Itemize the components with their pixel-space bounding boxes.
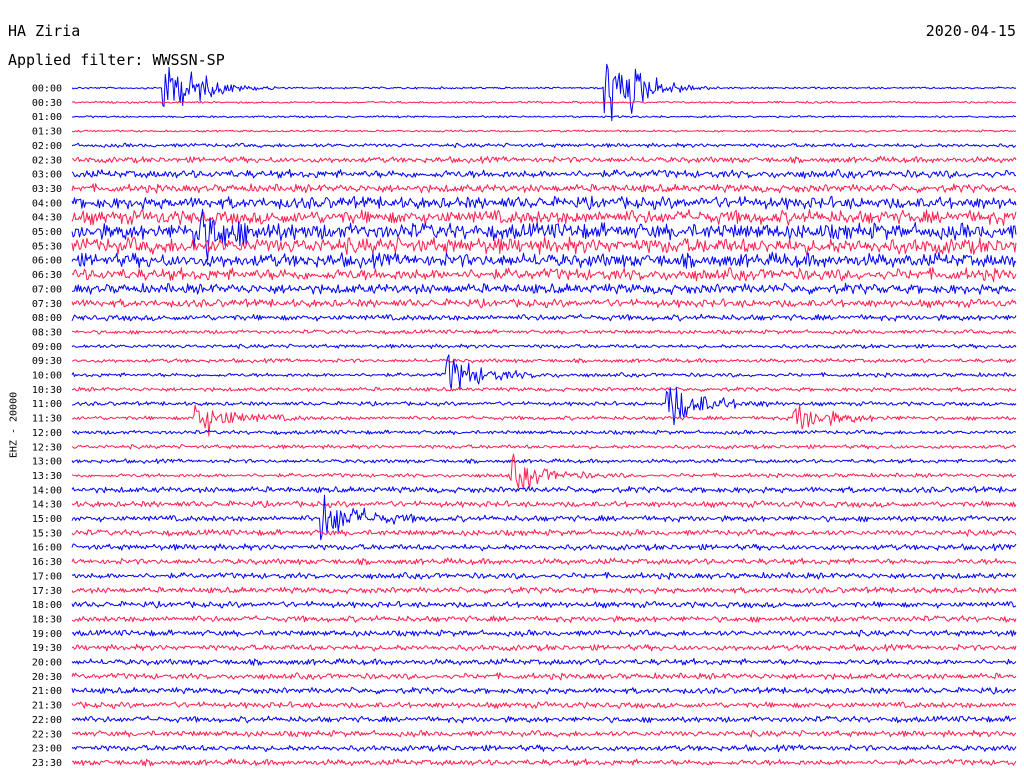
tick-label: 13:30: [32, 471, 62, 482]
tick-label: 02:30: [32, 155, 62, 166]
trace-row: [71, 343, 1017, 350]
channel-label: EHZ - 20000: [8, 391, 20, 459]
tick-label: 12:30: [32, 442, 62, 453]
tick-label: 03:00: [32, 170, 62, 181]
tick-label: 16:00: [32, 543, 62, 554]
trace-layer: [71, 63, 1017, 767]
tick-label: 11:30: [32, 414, 62, 425]
tick-label: 08:00: [32, 313, 62, 324]
tick-label: 00:00: [32, 84, 62, 95]
trace-row: [71, 168, 1017, 179]
trace-row: [71, 458, 1017, 464]
trace-row: [71, 701, 1017, 709]
trace-row: [71, 486, 1017, 494]
tick-label: 06:30: [32, 270, 62, 281]
trace-row: [71, 313, 1017, 322]
tick-label: 07:00: [32, 284, 62, 295]
tick-label: 02:00: [32, 141, 62, 152]
trace-row: [71, 236, 1017, 256]
tick-label: 14:30: [32, 500, 62, 511]
tick-label: 03:30: [32, 184, 62, 195]
tick-label: 12:00: [32, 428, 62, 439]
trace-row: [71, 386, 1017, 393]
trace-row: [71, 615, 1017, 623]
tick-label: 04:30: [32, 213, 62, 224]
tick-label: 18:00: [32, 600, 62, 611]
trace-row: [71, 543, 1017, 552]
trace-row: [71, 658, 1017, 666]
tick-label: 09:30: [32, 356, 62, 367]
trace-row: [71, 629, 1017, 638]
trace-row: [71, 357, 1017, 364]
tick-label: 05:30: [32, 241, 62, 252]
date-label: 2020-04-15: [925, 22, 1016, 40]
trace-row: [71, 643, 1017, 652]
trace-row: [71, 453, 1017, 490]
trace-row: [71, 715, 1017, 724]
tick-label: 19:00: [32, 629, 62, 640]
filter-label: Applied filter: WWSSN-SP: [8, 51, 225, 69]
tick-label: 10:00: [32, 371, 62, 382]
time-tick-labels: 00:00 00:30 01:00 01:30 02:00 02:30 03:00 03:30…: [32, 84, 62, 769]
trace-row: [71, 500, 1017, 509]
tick-label: 19:30: [32, 643, 62, 654]
trace-row: [71, 354, 1017, 390]
tick-label: 23:30: [32, 758, 62, 769]
tick-label: 09:00: [32, 342, 62, 353]
tick-label: 22:30: [32, 729, 62, 740]
trace-row: [71, 267, 1017, 283]
trace-row: [71, 63, 1017, 122]
tick-label: 04:00: [32, 198, 62, 209]
trace-row: [71, 142, 1017, 149]
tick-label: 22:00: [32, 715, 62, 726]
tick-label: 20:30: [32, 672, 62, 683]
tick-label: 20:00: [32, 658, 62, 669]
station-title: HA Ziria: [8, 22, 81, 40]
tick-label: 15:00: [32, 514, 62, 525]
trace-row: [71, 444, 1017, 450]
trace-row: [71, 251, 1017, 269]
tick-label: 06:00: [32, 256, 62, 267]
tick-label: 00:30: [32, 98, 62, 109]
tick-label: 05:00: [32, 227, 62, 238]
helicorder-plot: 00:00 00:30 01:00 01:30 02:00 02:30 03:00 03:30…: [32, 63, 1017, 769]
tick-label: 21:30: [32, 701, 62, 712]
tick-label: 08:30: [32, 327, 62, 338]
trace-row: [71, 115, 1017, 119]
trace-row: [71, 744, 1017, 753]
trace-row: [71, 571, 1017, 580]
trace-row: [71, 282, 1017, 295]
tick-label: 07:30: [32, 299, 62, 310]
tick-label: 18:30: [32, 614, 62, 625]
trace-row: [71, 183, 1017, 194]
tick-label: 14:00: [32, 485, 62, 496]
tick-label: 13:00: [32, 457, 62, 468]
tick-label: 01:30: [32, 127, 62, 138]
trace-row: [71, 686, 1017, 695]
trace-row: [71, 557, 1017, 566]
trace-row: [71, 129, 1017, 133]
trace-row: [71, 329, 1017, 335]
trace-row: [71, 672, 1017, 681]
tick-label: 11:00: [32, 399, 62, 410]
tick-label: 21:00: [32, 686, 62, 697]
trace-row: [71, 429, 1017, 436]
tick-label: 16:30: [32, 557, 62, 568]
trace-row: [71, 195, 1017, 211]
trace-row: [71, 529, 1017, 537]
tick-label: 15:30: [32, 528, 62, 539]
trace-row: [72, 100, 1017, 104]
tick-label: 01:00: [32, 112, 62, 123]
trace-row: [71, 729, 1017, 738]
trace-row: [71, 155, 1017, 164]
trace-row: [71, 758, 1017, 767]
tick-label: 17:00: [32, 571, 62, 582]
trace-row: [71, 586, 1017, 595]
trace-row: [71, 600, 1017, 609]
tick-label: 23:00: [32, 744, 62, 755]
trace-row: [71, 298, 1017, 309]
tick-label: 17:30: [32, 586, 62, 597]
tick-label: 10:30: [32, 385, 62, 396]
